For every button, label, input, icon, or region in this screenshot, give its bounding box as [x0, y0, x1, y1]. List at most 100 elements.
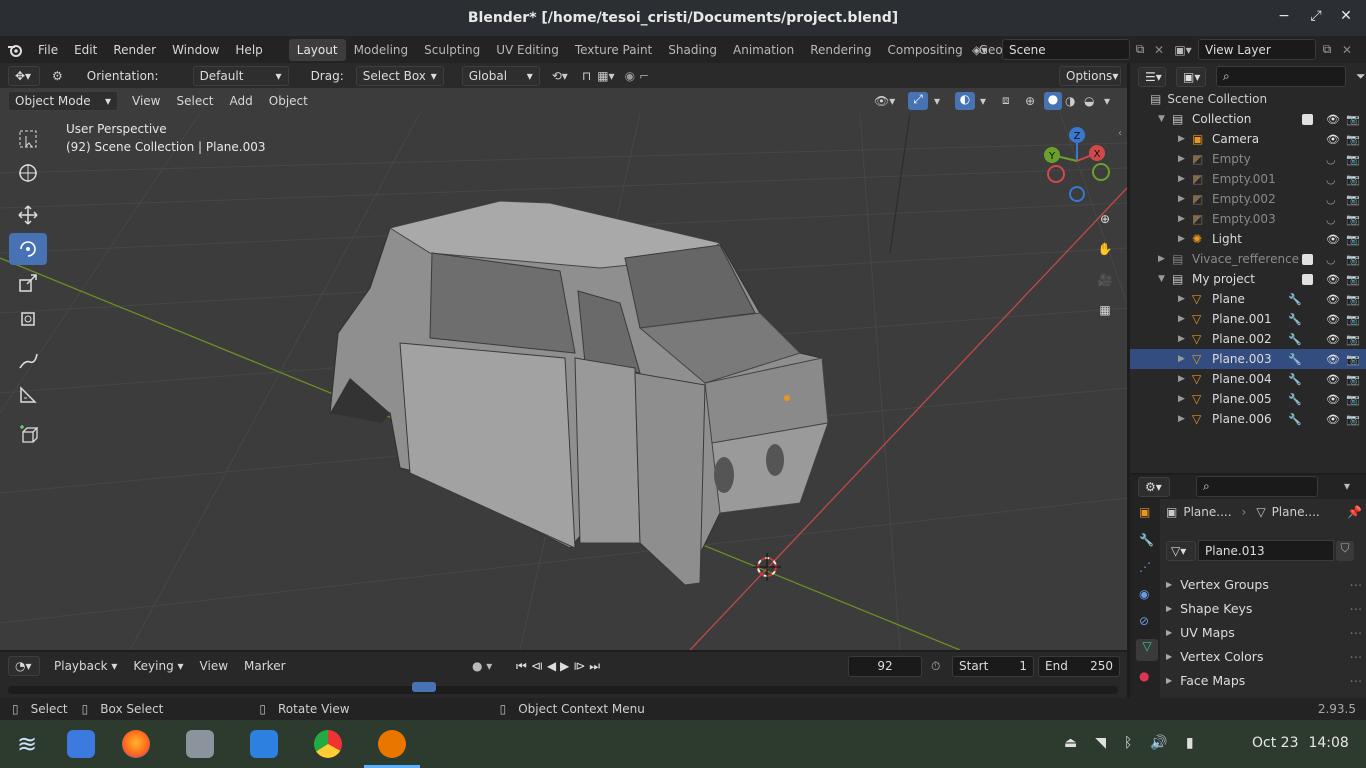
move-tool-icon[interactable] [9, 199, 47, 231]
modifier-icon[interactable]: 🔧 [1288, 413, 1302, 426]
view-layer-icon[interactable]: ▣▾ [1168, 43, 1198, 57]
prev-keyframe-icon[interactable]: ⧏ [531, 659, 543, 674]
properties-editor-type-icon[interactable]: ⚙▾ [1138, 477, 1170, 497]
visibility-eye-icon[interactable]: 👁 [1326, 293, 1340, 306]
visibility-eye-icon[interactable]: 👁 [1326, 133, 1340, 146]
display-mode-icon[interactable]: ▣▾ [1176, 66, 1206, 87]
visibility-eye-icon[interactable]: ◡ [1326, 213, 1336, 226]
shading-dropdown-icon[interactable]: ▾ [1104, 94, 1110, 108]
filter-icon[interactable]: ⏷ [1356, 69, 1366, 84]
expand-arrow-icon[interactable]: ▶ [1178, 194, 1185, 204]
panel-drag-handle-icon[interactable]: ⋯ [1350, 625, 1363, 640]
transform-tool-icon[interactable] [9, 303, 47, 335]
outliner-row[interactable]: ▼ ▤ Collection 👁 📷 [1130, 109, 1366, 129]
expand-arrow-icon[interactable]: ▶ [1178, 154, 1185, 164]
tab-uv-editing[interactable]: UV Editing [488, 39, 567, 61]
menu-render[interactable]: Render [105, 43, 164, 57]
visibility-eye-icon[interactable]: 👁 [1326, 313, 1340, 326]
stopwatch-icon[interactable]: ⏱ [931, 659, 940, 674]
wireframe-shading-icon[interactable]: ⊕ [1025, 94, 1035, 108]
panel-expand-icon[interactable]: ▶ [1166, 580, 1172, 589]
add-cube-tool-icon[interactable] [9, 419, 47, 451]
next-keyframe-icon[interactable]: ⧐ [573, 659, 585, 674]
orientation-dropdown[interactable]: Default ▾ [192, 65, 289, 86]
panel-expand-icon[interactable]: ▶ [1166, 628, 1172, 637]
render-visibility-icon[interactable]: 📷 [1346, 213, 1360, 226]
auto-keying-icon[interactable]: ● ▾ [472, 659, 492, 673]
timeline-editor-type-icon[interactable]: ◔▾ [8, 656, 40, 676]
object-properties-tab-icon[interactable]: ▣ [1139, 505, 1150, 519]
render-visibility-icon[interactable]: 📷 [1346, 273, 1360, 286]
proportional-editing-icon[interactable]: ◉ ⌐ [625, 69, 649, 83]
current-frame-field[interactable]: 92 [848, 655, 922, 677]
menu-window[interactable]: Window [164, 43, 227, 57]
close-button[interactable]: ✕ [1336, 8, 1356, 24]
3d-viewport[interactable]: Z Y X User Perspective (92) Scene Collec… [0, 113, 1127, 650]
scene-field[interactable]: Scene [1002, 39, 1130, 60]
panel-expand-icon[interactable]: ▶ [1166, 652, 1172, 661]
visibility-eye-icon[interactable]: 👁 [1326, 333, 1340, 346]
pan-hand-icon[interactable]: ✋ [1094, 238, 1116, 260]
visibility-eye-icon[interactable]: ◡ [1326, 173, 1336, 186]
outliner-row[interactable]: ▶ ▽ Plane.005 🔧 👁 📷 [1130, 389, 1366, 409]
tab-modeling[interactable]: Modeling [346, 39, 417, 61]
clock[interactable]: Oct 23 14:08 [1252, 735, 1349, 751]
playhead[interactable] [412, 682, 436, 692]
render-visibility-icon[interactable]: 📷 [1346, 413, 1360, 426]
modifier-icon[interactable]: 🔧 [1288, 333, 1302, 346]
property-panel-header[interactable]: ▶ Shape Keys ⋯ [1166, 597, 1362, 619]
expand-arrow-icon[interactable]: ▶ [1158, 254, 1165, 264]
modifier-icon[interactable]: 🔧 [1288, 373, 1302, 386]
expand-arrow-icon[interactable]: ▶ [1178, 134, 1185, 144]
render-visibility-icon[interactable]: 📷 [1346, 193, 1360, 206]
volume-icon[interactable]: 🔊 [1150, 735, 1167, 751]
constraints-tab-icon[interactable]: ⊘ [1139, 614, 1149, 628]
overlay-toggle-icon[interactable]: ◐ [955, 91, 975, 110]
outliner-row[interactable]: ▶ ◩ Empty.002 ◡ 📷 [1130, 189, 1366, 209]
rotate-tool-icon[interactable] [9, 233, 47, 265]
render-visibility-icon[interactable]: 📷 [1346, 113, 1360, 126]
exclude-checkbox[interactable] [1302, 273, 1313, 285]
expand-arrow-icon[interactable]: ▶ [1178, 394, 1185, 404]
keying-menu[interactable]: Keying ▾ [125, 659, 191, 673]
exclude-checkbox[interactable] [1302, 253, 1313, 265]
outliner-editor-type-icon[interactable]: ☰▾ [1138, 66, 1166, 87]
tab-animation[interactable]: Animation [725, 39, 802, 61]
tab-sculpting[interactable]: Sculpting [416, 39, 488, 61]
files-icon[interactable] [186, 730, 214, 758]
outliner-row[interactable]: ▶ ▽ Plane.002 🔧 👁 📷 [1130, 329, 1366, 349]
expand-arrow-icon[interactable]: ▶ [1178, 314, 1185, 324]
solid-shading-icon[interactable]: ● [1044, 91, 1062, 110]
chrome-icon[interactable] [314, 730, 342, 758]
render-visibility-icon[interactable]: 📷 [1346, 313, 1360, 326]
delete-scene-icon[interactable]: ✕ [1150, 43, 1168, 57]
render-visibility-icon[interactable]: 📷 [1346, 153, 1360, 166]
tab-rendering[interactable]: Rendering [802, 39, 879, 61]
start-frame-field[interactable]: Start 1 [952, 655, 1034, 677]
outliner-root[interactable]: ▤ Scene Collection [1130, 89, 1366, 109]
playback-menu[interactable]: Playback ▾ [46, 659, 125, 673]
transform-orientation-dropdown[interactable]: Global ▾ [461, 65, 540, 86]
render-visibility-icon[interactable]: 📷 [1346, 233, 1360, 246]
outliner-row[interactable]: ▶ ✺ Light 👁 📷 [1130, 229, 1366, 249]
mode-dropdown[interactable]: Object Mode ▾ [8, 90, 118, 111]
car-body-mesh[interactable] [329, 200, 829, 586]
timeline-view-menu[interactable]: View [192, 659, 236, 673]
render-visibility-icon[interactable]: 📷 [1346, 133, 1360, 146]
expand-arrow-icon[interactable]: ▶ [1178, 174, 1185, 184]
property-panel-header[interactable]: ▶ UV Maps ⋯ [1166, 621, 1362, 643]
outliner-row[interactable]: ▼ ▤ My project 👁 📷 [1130, 269, 1366, 289]
panel-drag-handle-icon[interactable]: ⋯ [1350, 577, 1363, 592]
sidebar-toggle-icon[interactable]: ‹ [1118, 128, 1122, 139]
panel-drag-handle-icon[interactable]: ⋯ [1350, 601, 1363, 616]
tab-shading[interactable]: Shading [660, 39, 725, 61]
menu-object[interactable]: Object [261, 94, 316, 108]
particles-tab-icon[interactable]: ⋰ [1139, 560, 1151, 574]
3d-cursor-icon[interactable] [753, 553, 781, 581]
eject-icon[interactable]: ⏏ [1064, 735, 1077, 751]
panel-expand-icon[interactable]: ▶ [1166, 676, 1172, 685]
view-layer-field[interactable]: View Layer [1198, 39, 1316, 60]
tab-texture-paint[interactable]: Texture Paint [567, 39, 660, 61]
visibility-eye-icon[interactable]: 👁 [1326, 353, 1340, 366]
blender-taskbar-icon[interactable] [378, 730, 406, 758]
